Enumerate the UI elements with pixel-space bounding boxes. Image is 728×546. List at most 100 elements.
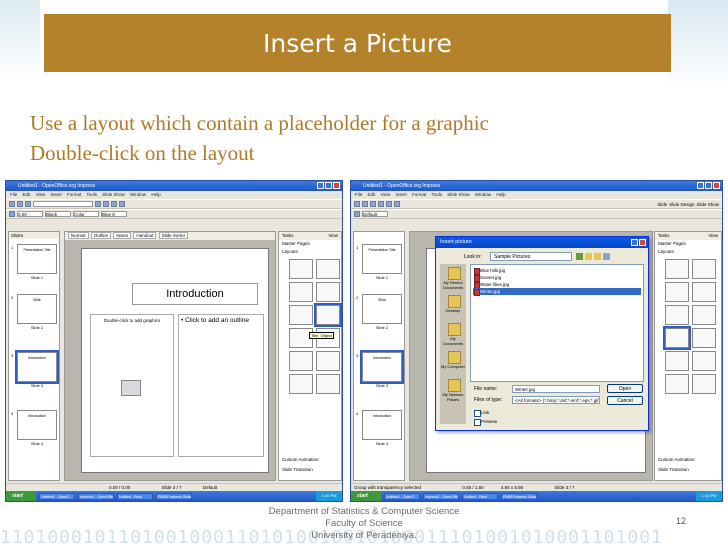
layout-option[interactable]: [316, 282, 340, 302]
layout-option[interactable]: [316, 259, 340, 279]
link-checkbox[interactable]: Link: [474, 410, 489, 417]
slide-thumbnail[interactable]: 2 Slide Slide 2: [11, 294, 57, 330]
layout-option[interactable]: [289, 305, 313, 325]
window-titlebar[interactable]: Untitled1 - OpenOffice.org Impress: [351, 181, 722, 191]
menu-slide-show[interactable]: Slide Show: [102, 192, 125, 197]
slide-thumbnail[interactable]: 4 Introduction Slide 4: [11, 410, 57, 446]
tab-normal[interactable]: Normal: [68, 232, 89, 239]
open-button[interactable]: Open: [607, 384, 643, 393]
slide-thumbnail-selected[interactable]: 3 Introduction Slide 3: [11, 350, 59, 388]
menu-edit[interactable]: Edit: [23, 192, 31, 197]
layout-option[interactable]: [692, 259, 716, 279]
copy-icon[interactable]: [111, 201, 117, 207]
layout-option-selected[interactable]: [314, 303, 342, 327]
look-in-dropdown[interactable]: Sample Pictures: [490, 252, 572, 261]
start-button[interactable]: start: [6, 491, 36, 501]
layout-option[interactable]: [692, 305, 716, 325]
open-icon[interactable]: [17, 201, 23, 207]
help-icon[interactable]: [631, 239, 638, 246]
custom-animation-section[interactable]: Custom Animation: [279, 456, 319, 464]
slide-design-button[interactable]: Slide Design: [669, 202, 694, 207]
layout-option[interactable]: [289, 351, 313, 371]
paste-icon[interactable]: [119, 201, 125, 207]
place-desktop[interactable]: Desktop: [440, 292, 466, 320]
menu-slide-show[interactable]: Slide Show: [447, 192, 470, 197]
menu-file[interactable]: File: [10, 192, 17, 197]
close-icon[interactable]: [639, 239, 646, 246]
layout-option-selected[interactable]: [663, 326, 691, 350]
maximize-icon[interactable]: [705, 182, 712, 189]
menu-window[interactable]: Window: [130, 192, 146, 197]
file-item[interactable]: Sunset.jpg: [473, 274, 641, 282]
menu-file[interactable]: File: [355, 192, 362, 197]
slide-canvas[interactable]: Introduction Double-click to add graphic…: [81, 248, 269, 473]
slide-title-placeholder[interactable]: Introduction: [132, 283, 258, 305]
area-style-field[interactable]: Color: [73, 211, 99, 217]
save-icon[interactable]: [370, 201, 376, 207]
slide-thumbnail[interactable]: 4 Introduction Slide 4: [356, 410, 402, 446]
line-color-field[interactable]: Black: [45, 211, 71, 217]
line-width-field[interactable]: 0.00: [17, 211, 43, 217]
place-my-computer[interactable]: My Computer: [440, 348, 466, 376]
maximize-icon[interactable]: [325, 182, 332, 189]
place-network-places[interactable]: My Network Places: [440, 376, 466, 404]
style-icon[interactable]: [9, 211, 15, 217]
preview-checkbox[interactable]: Preview: [474, 419, 497, 426]
slide-thumbnail-selected[interactable]: 3 Introduction Slide 3: [356, 350, 404, 388]
menu-window[interactable]: Window: [475, 192, 491, 197]
copy-icon[interactable]: [394, 201, 400, 207]
layout-option[interactable]: [316, 374, 340, 394]
layout-option[interactable]: [289, 374, 313, 394]
menu-insert[interactable]: Insert: [51, 192, 62, 197]
menu-view[interactable]: View: [381, 192, 391, 197]
menu-tools[interactable]: Tools: [431, 192, 442, 197]
slide-show-button[interactable]: Slide Show: [696, 202, 722, 207]
view-dropdown[interactable]: View: [708, 232, 721, 240]
style-icon[interactable]: [354, 211, 360, 217]
cancel-button[interactable]: Cancel: [607, 396, 643, 405]
close-icon[interactable]: [713, 182, 720, 189]
file-item[interactable]: Water lilies.jpg: [473, 281, 641, 289]
layout-option[interactable]: [289, 259, 313, 279]
outline-placeholder[interactable]: • Click to add an outline: [178, 314, 264, 457]
menu-help[interactable]: Help: [496, 192, 505, 197]
tab-notes[interactable]: Notes: [113, 232, 132, 239]
slide-transition-section[interactable]: Slide Transition: [279, 466, 313, 474]
new-icon[interactable]: [9, 201, 15, 207]
layout-option[interactable]: [665, 305, 689, 325]
layouts-section[interactable]: Layouts: [655, 248, 721, 256]
cut-icon[interactable]: [386, 201, 392, 207]
layout-option[interactable]: [692, 328, 716, 348]
taskbar-item[interactable]: Impress2 - OpenOffic...: [423, 492, 459, 500]
taskbar-item[interactable]: Untitled1 - OpenO...: [39, 492, 75, 500]
taskbar-item[interactable]: PBBSI Impress Guide...: [501, 492, 537, 500]
print-icon[interactable]: [378, 201, 384, 207]
place-my-documents[interactable]: My Documents: [440, 320, 466, 348]
cut-icon[interactable]: [103, 201, 109, 207]
slide-transition-section[interactable]: Slide Transition: [655, 466, 689, 474]
master-pages-section[interactable]: Master Pages: [279, 240, 341, 248]
menu-view[interactable]: View: [36, 192, 46, 197]
layout-option[interactable]: [316, 351, 340, 371]
place-recent-documents[interactable]: My Recent Documents: [440, 264, 466, 292]
slide-thumbnail[interactable]: 1 Presentation Title Slide 1: [356, 244, 402, 280]
layout-option[interactable]: [692, 374, 716, 394]
file-item-selected[interactable]: Winter.jpg: [473, 288, 641, 296]
master-pages-section[interactable]: Master Pages: [655, 240, 721, 248]
dialog-titlebar[interactable]: Insert picture: [436, 237, 648, 248]
tab-slide-sorter[interactable]: Slide Sorter: [158, 232, 189, 239]
menu-format[interactable]: Format: [412, 192, 426, 197]
print-icon[interactable]: [95, 201, 101, 207]
area-color-field[interactable]: Blue 8: [101, 211, 127, 217]
new-folder-icon[interactable]: [594, 253, 601, 260]
layouts-section[interactable]: Layouts: [279, 248, 341, 256]
layout-option[interactable]: [665, 282, 689, 302]
layout-option[interactable]: [665, 374, 689, 394]
back-icon[interactable]: [576, 253, 583, 260]
tab-outline[interactable]: Outline: [90, 232, 112, 239]
layout-option[interactable]: [692, 282, 716, 302]
taskbar-item[interactable]: PBBSI Impress Guide...: [156, 492, 192, 500]
window-titlebar[interactable]: Untitled1 - OpenOffice.org Impress: [6, 181, 342, 191]
custom-animation-section[interactable]: Custom Animation: [655, 456, 695, 464]
slide-button[interactable]: Slide: [657, 202, 667, 207]
